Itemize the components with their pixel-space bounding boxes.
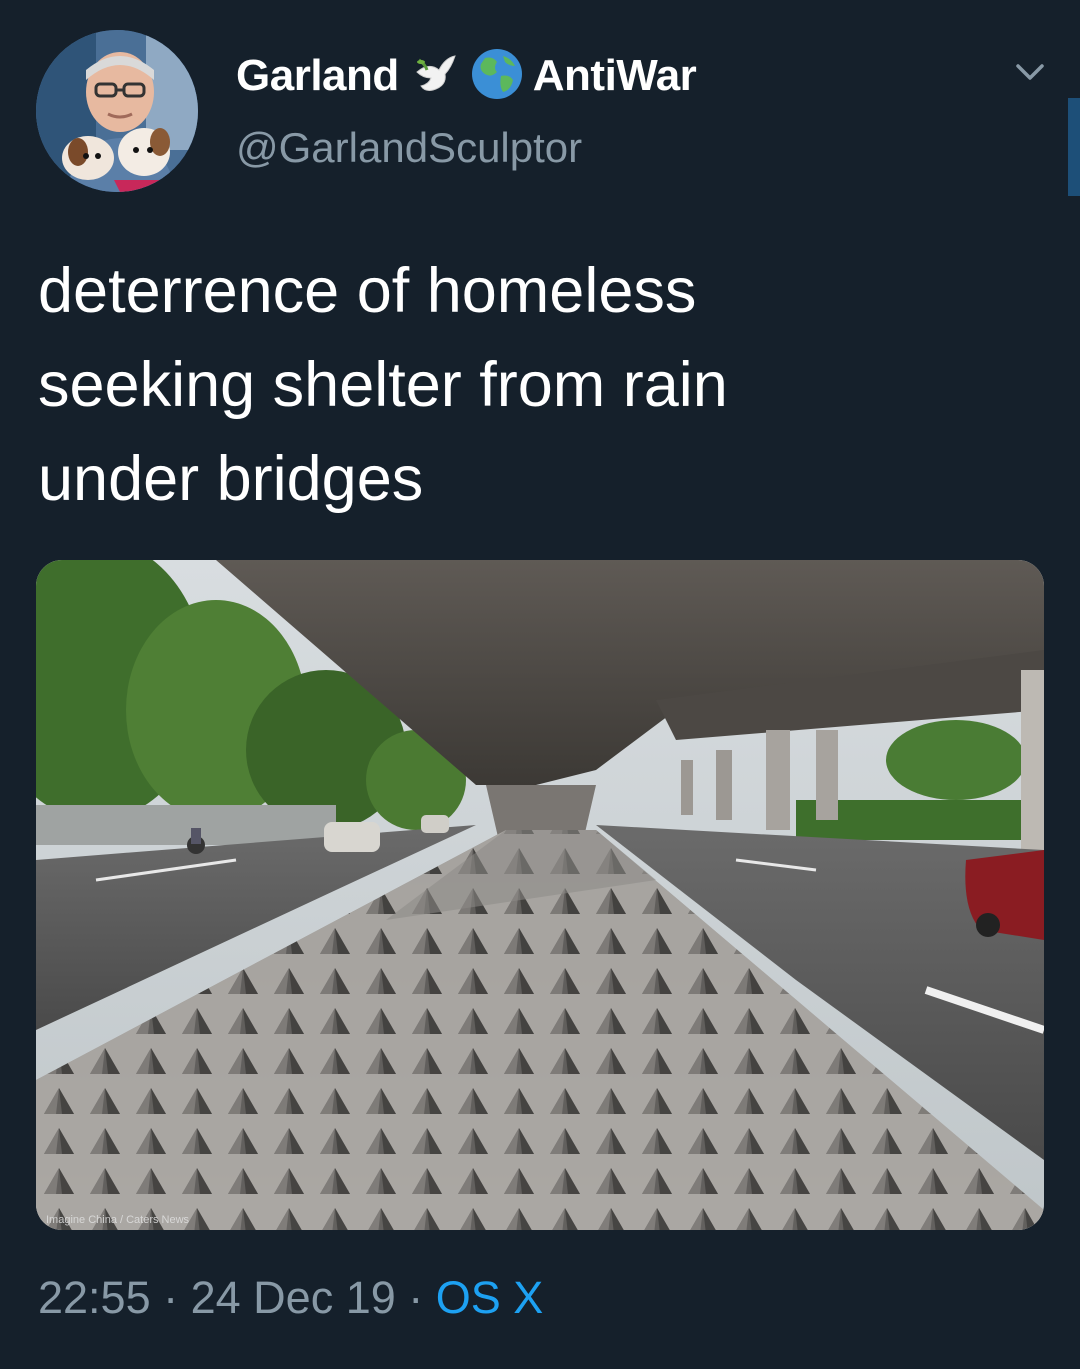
tweet-text: deterrence of homeless seeking shelter f… bbox=[38, 256, 728, 514]
tweet-source-link[interactable]: OS X bbox=[436, 1272, 544, 1324]
scrollbar[interactable] bbox=[1068, 98, 1080, 196]
photo-credit: Imagine China / Caters News bbox=[46, 1214, 190, 1226]
globe-icon bbox=[471, 48, 523, 105]
dove-icon bbox=[413, 52, 457, 101]
author-display-name[interactable]: Garland bbox=[236, 51, 399, 101]
tweet-time: 22:55 bbox=[38, 1272, 151, 1323]
author-handle[interactable]: @GarlandSculptor bbox=[236, 124, 582, 172]
avatar[interactable] bbox=[36, 30, 198, 192]
meta-separator: · bbox=[150, 1272, 191, 1323]
author-name-suffix[interactable]: AntiWar bbox=[533, 51, 697, 101]
tweet-meta: 22:55 · 24 Dec 19 · OS X bbox=[38, 1272, 543, 1324]
author-name-row[interactable]: Garland AntiWar bbox=[236, 46, 697, 106]
meta-separator: · bbox=[395, 1272, 436, 1323]
avatar-photo bbox=[36, 30, 198, 192]
bridge-spikes-photo bbox=[36, 560, 1044, 1230]
tweet-date: 24 Dec 19 bbox=[190, 1272, 396, 1323]
tweet-photo[interactable]: Imagine China / Caters News bbox=[36, 560, 1044, 1230]
chevron-down-icon[interactable] bbox=[1012, 58, 1048, 88]
